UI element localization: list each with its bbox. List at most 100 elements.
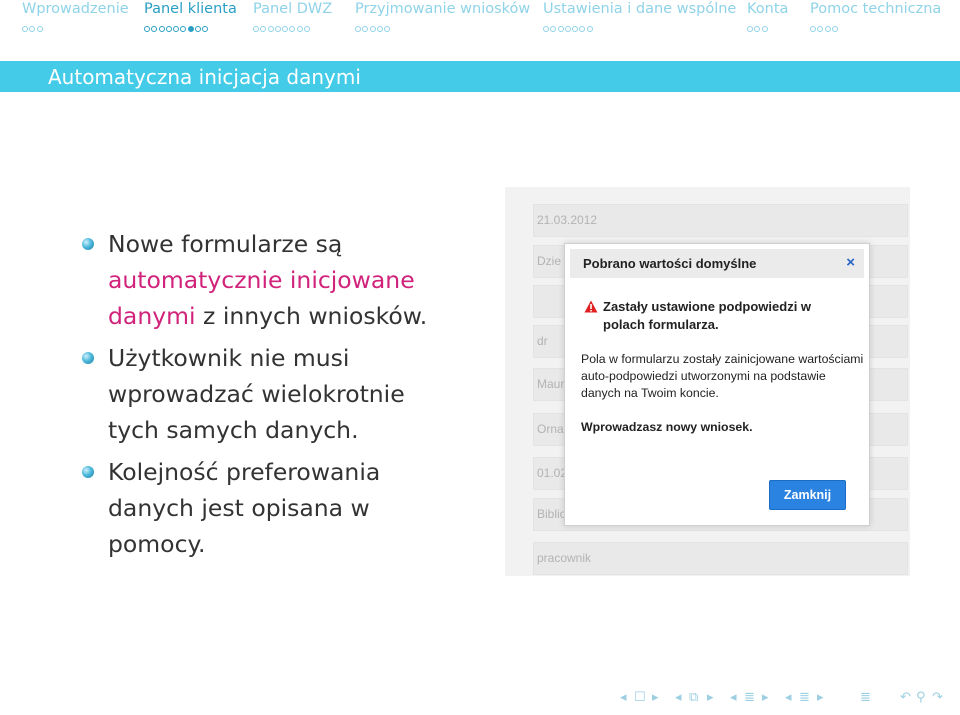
frame-dot-icon[interactable] xyxy=(158,25,165,32)
frame-dot-icon[interactable] xyxy=(267,25,274,32)
form-field-value: pracownik xyxy=(537,551,592,565)
frame-dot-icon[interactable] xyxy=(572,25,579,32)
bullet-text: z innych wniosków. xyxy=(195,302,428,330)
nav-section-label[interactable]: Wprowadzenie xyxy=(22,0,129,18)
frame-dot-icon[interactable] xyxy=(564,25,571,32)
frame-dot-icon[interactable] xyxy=(296,25,303,32)
form-field-value: 01.02 xyxy=(537,466,568,480)
nav-dots xyxy=(747,18,769,32)
close-icon[interactable]: × xyxy=(846,254,855,271)
beamer-navigation: ◂ ☐ ▸ ◂ ⧉ ▸ ◂ ≣ ▸ ◂ ≣ ▸ ≣ ↶ ⚲ ↷ xyxy=(620,690,950,708)
frame-dot-icon[interactable] xyxy=(304,25,311,32)
nav-section-label[interactable]: Przyjmowanie wniosków xyxy=(355,0,530,18)
prev-section-icon[interactable]: ◂ xyxy=(785,690,792,705)
frame-dot-icon[interactable] xyxy=(810,25,816,32)
frame-dot-icon[interactable] xyxy=(165,25,172,32)
frame-title-bar: Automatyczna inicjacja danymi xyxy=(0,61,960,92)
bullet-ball-icon xyxy=(82,466,94,478)
dialog-header: Pobrano wartości domyślne × xyxy=(570,249,864,278)
frame-dot-icon[interactable] xyxy=(754,25,761,32)
warning-message: Zastały ustawione podpowiedzi w polach f… xyxy=(603,299,812,332)
toc-icon[interactable]: ≣ xyxy=(860,690,871,705)
slide-icon[interactable]: ☐ xyxy=(634,690,646,705)
prev-frame-icon[interactable]: ◂ xyxy=(675,690,682,705)
defaults-dialog: Pobrano wartości domyślne × Zastały usta… xyxy=(564,243,870,526)
close-button[interactable]: Zamknij xyxy=(769,480,846,510)
next-subsection-icon[interactable]: ▸ xyxy=(762,690,769,705)
dialog-title: Pobrano wartości domyślne xyxy=(583,256,757,271)
nav-section-label[interactable]: Pomoc techniczna xyxy=(810,0,941,18)
bullet-text: Kolejność preferowania danych jest opisa… xyxy=(108,458,381,558)
frame-dot-icon[interactable] xyxy=(144,25,150,32)
subsection-icon[interactable]: ≣ xyxy=(744,690,755,705)
bullet-ball-icon xyxy=(82,238,94,250)
bullet-text: Nowe formularze są xyxy=(108,230,343,258)
prev-subsection-icon[interactable]: ◂ xyxy=(730,690,737,705)
form-field-value: 21.03.2012 xyxy=(537,213,598,227)
bullet-item: Nowe formularze są automatycznie inicjow… xyxy=(80,226,460,334)
frame-dot-icon[interactable] xyxy=(173,25,180,32)
nav-dots xyxy=(355,18,391,32)
frame-dot-icon[interactable] xyxy=(831,25,838,32)
bullet-item: Kolejność preferowania danych jest opisa… xyxy=(80,454,460,562)
frame-dot-icon[interactable] xyxy=(586,25,593,32)
form-field-value: dr xyxy=(537,334,548,348)
frame-dot-icon[interactable] xyxy=(817,25,824,32)
form-field-value: Orna xyxy=(537,422,564,436)
frame-icon[interactable]: ⧉ xyxy=(689,690,698,705)
frame-dot-icon[interactable] xyxy=(253,25,259,32)
nav-dots xyxy=(144,18,210,32)
frame-dot-icon[interactable] xyxy=(369,25,376,32)
frame-dot-icon[interactable] xyxy=(22,25,28,32)
warning-icon xyxy=(584,300,598,313)
frame-dot-icon[interactable] xyxy=(180,25,187,32)
nav-dots xyxy=(22,18,44,32)
frame-dot-icon[interactable] xyxy=(384,25,391,32)
form-field-value: Maur xyxy=(537,377,565,391)
dialog-message: Pola w formularzu zostały zainicjowane w… xyxy=(581,352,864,400)
nav-section-label[interactable]: Panel klienta xyxy=(144,0,237,18)
frame-dot-icon[interactable] xyxy=(747,25,753,32)
frame-dot-icon[interactable] xyxy=(824,25,831,32)
frame-dot-icon[interactable] xyxy=(550,25,557,32)
frame-dot-icon[interactable] xyxy=(274,25,281,32)
form-screenshot: 21.03.2012 Dzie dr Maur Orna 01.02 Bibli… xyxy=(505,187,910,576)
nav-dots xyxy=(543,18,594,32)
frame-dot-icon[interactable] xyxy=(289,25,296,32)
frame-dot-icon[interactable] xyxy=(29,25,36,32)
search-icon[interactable]: ⚲ xyxy=(916,690,926,705)
frame-dot-icon[interactable] xyxy=(195,25,202,32)
form-field-value: Biblio xyxy=(537,507,567,521)
frame-title: Automatyczna inicjacja danymi xyxy=(48,65,361,89)
frame-dot-icon[interactable] xyxy=(579,25,586,32)
nav-dots xyxy=(253,18,311,32)
next-slide-icon[interactable]: ▸ xyxy=(652,690,659,705)
nav-section-label[interactable]: Ustawienia i dane wspólne xyxy=(543,0,736,18)
nav-section-label[interactable]: Panel DWZ xyxy=(253,0,332,18)
frame-dot-icon[interactable] xyxy=(282,25,289,32)
frame-dot-icon[interactable] xyxy=(355,25,361,32)
forward-icon[interactable]: ↷ xyxy=(932,690,943,705)
back-icon[interactable]: ↶ xyxy=(900,690,911,705)
section-navigation: Wprowadzenie Panel klienta Panel DWZ Prz… xyxy=(0,0,960,60)
bullet-list: Nowe formularze są automatycznie inicjow… xyxy=(80,226,460,562)
prev-slide-icon[interactable]: ◂ xyxy=(620,690,627,705)
bullet-ball-icon xyxy=(82,352,94,364)
dialog-note: Wprowadzasz nowy wniosek. xyxy=(581,420,753,434)
frame-dot-icon[interactable] xyxy=(376,25,383,32)
next-section-icon[interactable]: ▸ xyxy=(817,690,824,705)
frame-dot-icon[interactable] xyxy=(187,25,194,32)
frame-dot-icon[interactable] xyxy=(151,25,158,32)
bullet-text: Użytkownik nie musi wprowadzać wielokrot… xyxy=(108,344,405,444)
nav-section-label[interactable]: Konta xyxy=(747,0,788,18)
frame-dot-icon[interactable] xyxy=(557,25,564,32)
frame-dot-icon[interactable] xyxy=(202,25,209,32)
frame-dot-icon[interactable] xyxy=(543,25,549,32)
frame-dot-icon[interactable] xyxy=(362,25,369,32)
frame-dot-icon[interactable] xyxy=(260,25,267,32)
section-icon[interactable]: ≣ xyxy=(799,690,810,705)
frame-dot-icon[interactable] xyxy=(36,25,43,32)
frame-dot-icon[interactable] xyxy=(761,25,768,32)
form-field-value: Dzie xyxy=(537,254,562,268)
next-frame-icon[interactable]: ▸ xyxy=(707,690,714,705)
